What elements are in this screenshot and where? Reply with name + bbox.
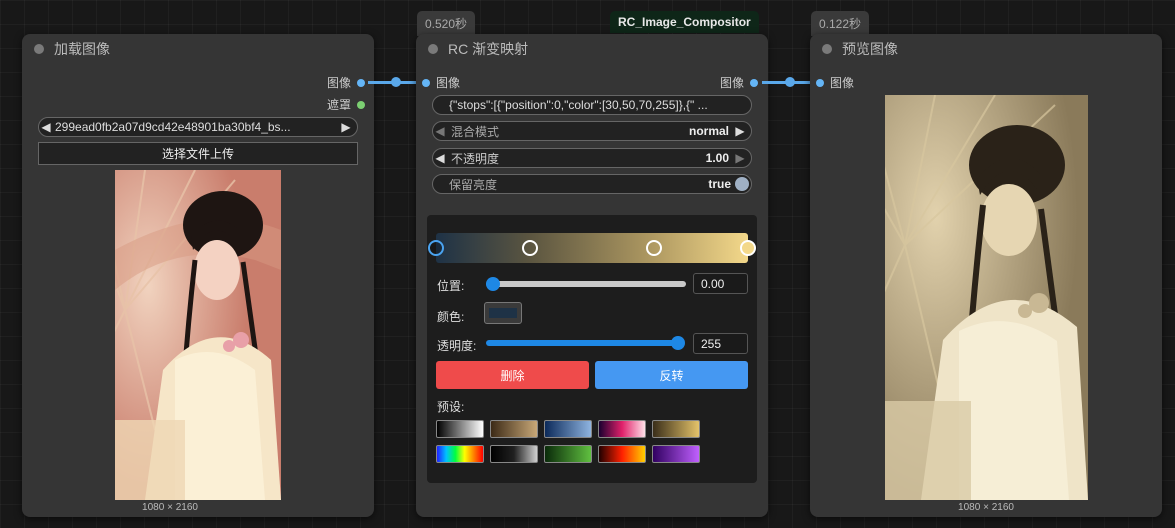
input-image-label: 图像 bbox=[830, 76, 855, 90]
node-title-bar[interactable]: 预览图像 bbox=[810, 34, 1162, 64]
output-mask-label: 遮罩 bbox=[327, 98, 352, 112]
blend-mode-label: 混合模式 bbox=[451, 124, 500, 139]
preserve-luminosity-toggle[interactable]: 保留亮度 true bbox=[432, 174, 752, 194]
input-dot-icon[interactable] bbox=[816, 78, 824, 87]
reverse-gradient-button[interactable]: 反转 bbox=[595, 361, 748, 389]
stops-text-value: {"stops":[{"position":0,"color":[30,50,7… bbox=[449, 98, 708, 112]
stops-text-field[interactable]: {"stops":[{"position":0,"color":[30,50,7… bbox=[432, 95, 752, 115]
output-image-slot[interactable]: 图像 bbox=[327, 74, 366, 91]
preserve-luminosity-label: 保留亮度 bbox=[449, 177, 498, 192]
preset-black-white[interactable] bbox=[436, 420, 484, 438]
preview-image bbox=[885, 95, 1088, 500]
collapse-dot-icon[interactable] bbox=[822, 44, 832, 54]
color-swatch[interactable] bbox=[484, 302, 522, 324]
alpha-slider-thumb[interactable] bbox=[671, 336, 685, 350]
output-image-label: 图像 bbox=[720, 76, 745, 90]
image-size-caption: 1080 × 2160 bbox=[142, 502, 198, 513]
delete-stop-button[interactable]: 删除 bbox=[436, 361, 589, 389]
input-dot-icon[interactable] bbox=[422, 78, 430, 87]
gradient-stop-selected[interactable] bbox=[428, 240, 444, 256]
node-title: 加载图像 bbox=[54, 41, 110, 57]
output-image-label: 图像 bbox=[327, 76, 352, 90]
preset-blue[interactable] bbox=[544, 420, 592, 438]
execution-time-badge: 0.520秒 bbox=[417, 11, 476, 36]
color-swatch-fill bbox=[489, 308, 517, 318]
node-title-bar[interactable]: 加载图像 bbox=[22, 34, 374, 64]
preset-gold[interactable] bbox=[652, 420, 700, 438]
alpha-input[interactable]: 255 bbox=[693, 333, 748, 354]
output-dot-icon[interactable] bbox=[750, 78, 759, 87]
input-image-slot[interactable]: 图像 bbox=[816, 74, 854, 91]
node-title-bar[interactable]: RC 渐变映射 bbox=[416, 34, 768, 64]
opacity-number[interactable]: ◀ 不透明度 1.00 ▶ bbox=[432, 148, 752, 168]
gradient-bar[interactable] bbox=[436, 233, 748, 263]
node-title: 预览图像 bbox=[842, 41, 898, 57]
blend-mode-combo[interactable]: ◀ 混合模式 normal ▶ bbox=[432, 121, 752, 141]
collapse-dot-icon[interactable] bbox=[34, 44, 44, 54]
compositor-badge: RC_Image_Compositor bbox=[610, 11, 759, 33]
presets-label: 预设: bbox=[437, 400, 465, 414]
arrow-left-icon[interactable]: ◀ bbox=[433, 124, 447, 138]
node-title: RC 渐变映射 bbox=[448, 41, 529, 57]
color-label: 颜色: bbox=[437, 310, 465, 324]
output-mask-slot[interactable]: 遮罩 bbox=[327, 96, 366, 113]
output-dot-icon[interactable] bbox=[357, 100, 366, 109]
arrow-right-icon[interactable]: ▶ bbox=[733, 124, 747, 138]
upload-button[interactable]: 选择文件上传 bbox=[38, 142, 358, 165]
gradient-stop[interactable] bbox=[740, 240, 756, 256]
toggle-knob-icon[interactable] bbox=[735, 177, 749, 191]
preserve-luminosity-value: true bbox=[708, 177, 731, 191]
position-slider[interactable] bbox=[486, 281, 686, 287]
arrow-right-icon[interactable]: ▶ bbox=[339, 120, 353, 134]
preset-sepia[interactable] bbox=[490, 420, 538, 438]
position-input[interactable]: 0.00 bbox=[693, 273, 748, 294]
loaded-image bbox=[115, 170, 281, 500]
output-image-slot[interactable]: 图像 bbox=[720, 74, 759, 91]
collapse-dot-icon[interactable] bbox=[428, 44, 438, 54]
opacity-label: 不透明度 bbox=[451, 151, 500, 166]
preset-purple-red[interactable] bbox=[598, 420, 646, 438]
execution-time-badge: 0.122秒 bbox=[811, 11, 870, 36]
arrow-left-icon[interactable]: ◀ bbox=[433, 151, 447, 165]
preset-rainbow[interactable] bbox=[436, 445, 484, 463]
input-image-label: 图像 bbox=[436, 76, 461, 90]
preset-dark[interactable] bbox=[490, 445, 538, 463]
preset-fire[interactable] bbox=[598, 445, 646, 463]
blend-mode-value: normal bbox=[688, 124, 729, 138]
file-combo[interactable]: ◀ 299ead0fb2a07d9cd42e48901ba30bf4_bs...… bbox=[38, 117, 358, 137]
upload-button-label: 选择文件上传 bbox=[161, 147, 234, 161]
preset-green[interactable] bbox=[544, 445, 592, 463]
gradient-stop[interactable] bbox=[521, 240, 538, 256]
alpha-label: 透明度: bbox=[437, 339, 477, 353]
image-size-caption: 1080 × 2160 bbox=[958, 502, 1014, 513]
link-midpoint-icon[interactable] bbox=[785, 77, 795, 87]
file-name-value: 299ead0fb2a07d9cd42e48901ba30bf4_bs... bbox=[55, 120, 291, 134]
arrow-left-icon[interactable]: ◀ bbox=[39, 120, 53, 134]
position-slider-thumb[interactable] bbox=[486, 277, 500, 291]
position-label: 位置: bbox=[437, 279, 465, 293]
output-dot-icon[interactable] bbox=[357, 78, 366, 87]
arrow-right-icon[interactable]: ▶ bbox=[733, 151, 747, 165]
input-image-slot[interactable]: 图像 bbox=[422, 74, 460, 91]
preset-violet[interactable] bbox=[652, 445, 700, 463]
link-midpoint-icon[interactable] bbox=[391, 77, 401, 87]
opacity-value: 1.00 bbox=[705, 151, 729, 165]
alpha-slider[interactable] bbox=[486, 340, 678, 346]
